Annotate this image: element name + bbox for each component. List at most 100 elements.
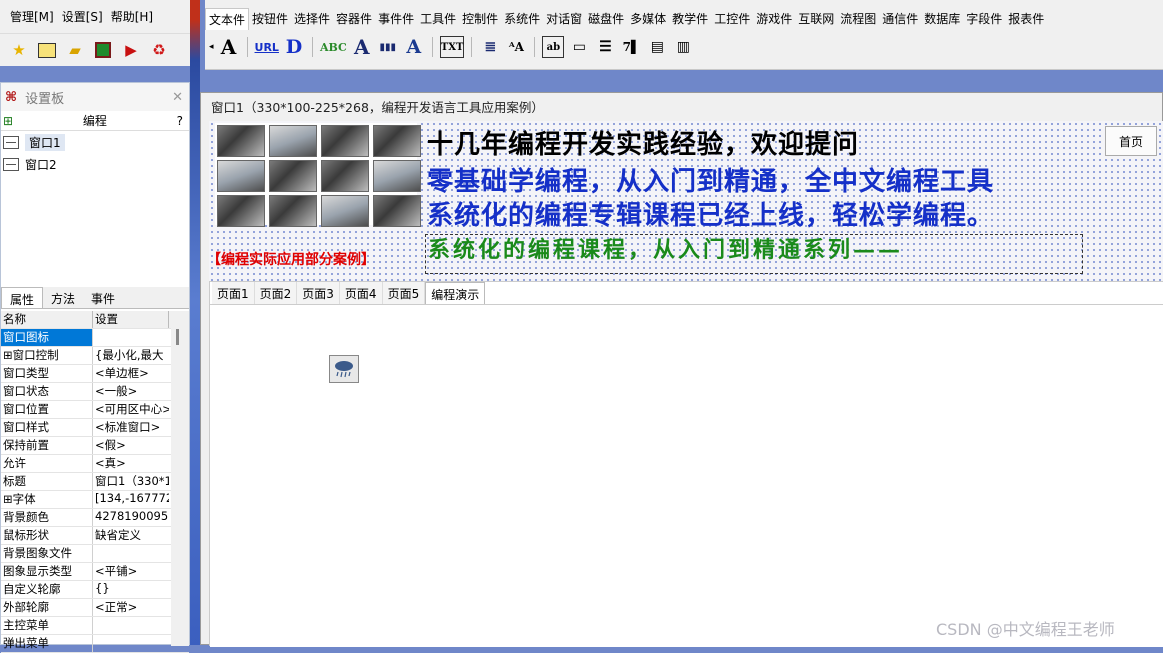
page-tab-3[interactable]: 页面3 xyxy=(297,282,340,304)
property-row[interactable]: ⊞窗口控制 {最小化,最大 xyxy=(1,347,189,365)
property-row[interactable]: 自定义轮廓{} xyxy=(1,581,189,599)
hyperlink-icon[interactable]: URL xyxy=(255,36,279,58)
property-row[interactable]: 主控菜单 xyxy=(1,617,189,635)
txt-file-icon[interactable]: TXT xyxy=(439,36,465,58)
tab-5[interactable]: 工具件 xyxy=(417,8,459,30)
property-value[interactable]: {} xyxy=(93,581,169,598)
property-row[interactable]: ⊞字体 [134,-167772 xyxy=(1,491,189,509)
tab-17[interactable]: 数据库 xyxy=(921,8,963,30)
property-row[interactable]: 图象显示类型 <平铺> xyxy=(1,563,189,581)
close-icon[interactable]: ✕ xyxy=(172,90,183,105)
page-tab-5[interactable]: 页面5 xyxy=(383,282,426,304)
tree-item-window2[interactable]: 窗口2 xyxy=(1,153,189,175)
property-row[interactable]: 允许 <真> xyxy=(1,455,189,473)
recycle-icon[interactable]: ♻ xyxy=(148,39,170,61)
page-tab-2[interactable]: 页面2 xyxy=(255,282,298,304)
property-row[interactable]: 保持前置 <假> xyxy=(1,437,189,455)
tab-4[interactable]: 事件件 xyxy=(375,8,417,30)
edit-field-icon[interactable]: ▭ xyxy=(568,36,590,58)
rain-cloud-icon[interactable] xyxy=(329,355,359,383)
page-tab-1[interactable]: 页面1 xyxy=(212,282,255,304)
property-value[interactable]: <单边框> xyxy=(93,365,169,382)
menu-settings[interactable]: 设置[S] xyxy=(62,8,103,25)
tab-19[interactable]: 报表件 xyxy=(1005,8,1047,30)
property-row[interactable]: 鼠标形状 缺省定义 xyxy=(1,527,189,545)
property-row[interactable]: 窗口图标 xyxy=(1,329,189,347)
property-value[interactable]: {最小化,最大 xyxy=(93,347,169,364)
tab-16[interactable]: 通信件 xyxy=(879,8,921,30)
table-text-icon[interactable]: ▥ xyxy=(672,36,694,58)
property-value[interactable]: <平铺> xyxy=(93,563,169,580)
menu-help[interactable]: 帮助[H] xyxy=(111,8,153,25)
tab-12[interactable]: 工控件 xyxy=(711,8,753,30)
shadow-text-icon[interactable]: A xyxy=(403,36,425,58)
property-value[interactable]: <真> xyxy=(93,455,169,472)
property-value[interactable]: [134,-167772 xyxy=(93,491,169,508)
property-value[interactable]: <假> xyxy=(93,437,169,454)
tab-8[interactable]: 对话窗 xyxy=(543,8,585,30)
property-value[interactable]: 窗口1（330*1 xyxy=(93,473,169,490)
page-tab-4[interactable]: 页面4 xyxy=(340,282,383,304)
tab-0[interactable]: 文本件 xyxy=(205,8,250,30)
property-row[interactable]: 弹出菜单 xyxy=(1,635,189,653)
property-row[interactable]: 窗口样式 <标准窗口> xyxy=(1,419,189,437)
property-value[interactable] xyxy=(93,617,169,634)
page-tab-6[interactable]: 编程演示 xyxy=(425,282,486,304)
property-row[interactable]: 标题 窗口1（330*1 xyxy=(1,473,189,491)
save-icon[interactable] xyxy=(92,39,114,61)
property-row[interactable]: 外部轮廓 <正常> xyxy=(1,599,189,617)
font-size-icon[interactable]: ᴬA xyxy=(505,36,527,58)
memo-icon[interactable]: ☰ xyxy=(594,36,616,58)
property-row[interactable]: 背景颜色 4278190095 xyxy=(1,509,189,527)
tab-11[interactable]: 教学件 xyxy=(669,8,711,30)
tab-7[interactable]: 系统件 xyxy=(501,8,543,30)
tab-10[interactable]: 多媒体 xyxy=(627,8,669,30)
tab-18[interactable]: 字段件 xyxy=(963,8,1005,30)
menu-manage[interactable]: 管理[M] xyxy=(10,8,54,25)
property-value[interactable] xyxy=(93,635,169,652)
property-value[interactable]: 4278190095 xyxy=(93,509,169,526)
home-button[interactable]: 首页 xyxy=(1105,126,1157,156)
property-value[interactable]: <可用区中心> xyxy=(93,401,169,418)
property-value[interactable]: <标准窗口> xyxy=(93,419,169,436)
tab-3[interactable]: 容器件 xyxy=(333,8,375,30)
design-canvas[interactable]: 十几年编程开发实践经验，欢迎提问 零基础学编程，从入门到精通，全中文编程工具 系… xyxy=(207,121,1163,647)
property-row[interactable]: 窗口类型 <单边框> xyxy=(1,365,189,383)
number-edit-icon[interactable]: 7▌ xyxy=(620,36,642,58)
outline-text-icon[interactable]: A xyxy=(351,35,373,59)
tab-15[interactable]: 流程图 xyxy=(837,8,879,30)
property-value[interactable]: <正常> xyxy=(93,599,169,616)
folder-icon[interactable]: ▰ xyxy=(64,39,86,61)
tab-events[interactable]: 事件 xyxy=(83,287,123,308)
tab-methods[interactable]: 方法 xyxy=(43,287,83,308)
help-icon[interactable]: ? xyxy=(177,114,183,128)
barcode-icon[interactable]: ▮▮▮ xyxy=(377,36,399,58)
property-value[interactable]: <一般> xyxy=(93,383,169,400)
bold-d-icon[interactable]: D xyxy=(283,36,305,58)
property-scrollbar[interactable] xyxy=(171,327,189,646)
textbox-icon[interactable]: ab xyxy=(542,36,565,58)
tab-2[interactable]: 选择件 xyxy=(291,8,333,30)
tab-6[interactable]: 控制件 xyxy=(459,8,501,30)
property-value[interactable] xyxy=(93,545,169,562)
label-text-icon[interactable]: A xyxy=(218,35,240,59)
list-text-icon[interactable]: ≣ xyxy=(479,36,501,58)
tab-properties[interactable]: 属性 xyxy=(1,287,44,308)
marquee-box[interactable]: 系统化的编程课程，从入门到精通系列—— xyxy=(425,234,1083,274)
property-value[interactable]: 缺省定义 xyxy=(93,527,169,544)
star-icon[interactable]: ★ xyxy=(8,39,30,61)
tab-9[interactable]: 磁盘件 xyxy=(585,8,627,30)
property-row[interactable]: 背景图象文件 xyxy=(1,545,189,563)
run-icon[interactable]: ▶ xyxy=(120,39,142,61)
property-row[interactable]: 窗口位置 <可用区中心> xyxy=(1,401,189,419)
abc-text-icon[interactable]: ABC xyxy=(320,36,347,58)
tab-14[interactable]: 互联网 xyxy=(795,8,837,30)
rich-text-icon[interactable]: ▤ xyxy=(646,36,668,58)
tab-1[interactable]: 按钮件 xyxy=(249,8,291,30)
page-body[interactable] xyxy=(210,304,1163,647)
property-row[interactable]: 窗口状态 <一般> xyxy=(1,383,189,401)
tree-item-window1[interactable]: 窗口1 xyxy=(1,131,189,153)
property-value[interactable] xyxy=(93,329,169,346)
tab-13[interactable]: 游戏件 xyxy=(753,8,795,30)
window-icon[interactable] xyxy=(36,39,58,61)
